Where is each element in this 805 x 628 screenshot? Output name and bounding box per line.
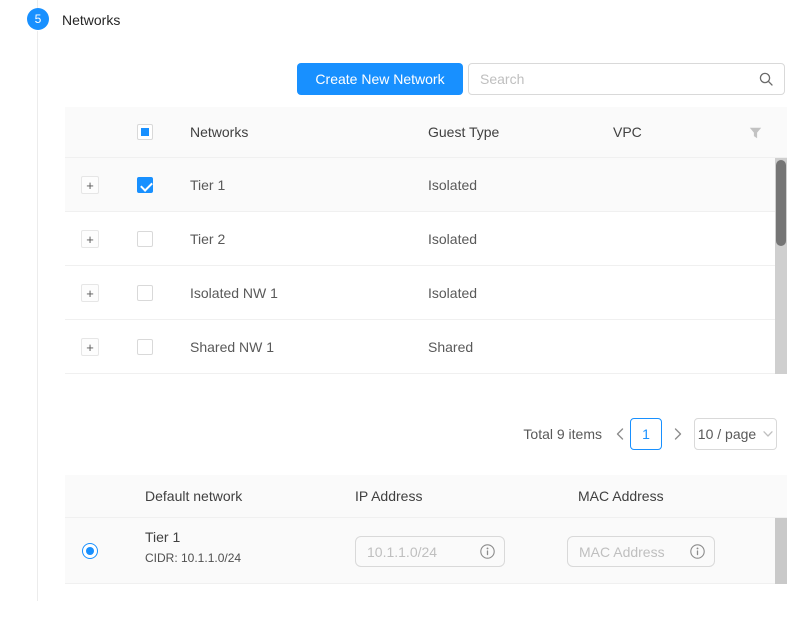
row-checkbox[interactable]	[137, 285, 153, 301]
step-number: 5	[35, 12, 42, 26]
ip-address-field-wrapper[interactable]	[355, 536, 505, 567]
default-network-table: Default network IP Address MAC Address T…	[65, 475, 787, 584]
table-row[interactable]: + Tier 2 Isolated	[65, 212, 787, 266]
default-network-name: Tier 1	[145, 529, 180, 545]
guest-type: Isolated	[428, 212, 477, 266]
table-row[interactable]: + Shared NW 1 Shared	[65, 320, 787, 374]
default-network-cidr: CIDR: 10.1.1.0/24	[145, 551, 241, 565]
guest-type: Isolated	[428, 266, 477, 320]
page-size-value: 10 / page	[698, 426, 756, 442]
networks-table-header: Networks Guest Type VPC	[65, 107, 787, 158]
filter-icon[interactable]	[749, 126, 765, 140]
mac-address-input[interactable]	[568, 544, 690, 560]
chevron-down-icon	[763, 431, 773, 437]
row-checkbox[interactable]	[137, 177, 153, 193]
network-name: Tier 2	[190, 212, 225, 266]
default-network-radio[interactable]	[82, 543, 98, 559]
networks-table: Networks Guest Type VPC + Tier 1 Isolate…	[65, 107, 787, 374]
step-title: Networks	[62, 12, 120, 28]
search-icon[interactable]	[759, 72, 773, 86]
column-header-networks: Networks	[190, 107, 248, 158]
network-name: Shared NW 1	[190, 320, 274, 374]
column-header-default-network: Default network	[145, 475, 242, 518]
mac-address-field-wrapper[interactable]	[567, 536, 715, 567]
step-number-badge: 5	[27, 8, 49, 30]
column-header-ip-address: IP Address	[355, 475, 422, 518]
network-name: Tier 1	[190, 158, 225, 212]
default-network-table-header: Default network IP Address MAC Address	[65, 475, 787, 518]
search-box[interactable]	[468, 63, 785, 95]
ip-address-input[interactable]	[356, 544, 480, 560]
step-connector-line-top	[37, 0, 38, 8]
table-scrollbar-thumb[interactable]	[776, 160, 786, 246]
table-row[interactable]: + Isolated NW 1 Isolated	[65, 266, 787, 320]
page-number-button[interactable]: 1	[630, 418, 662, 450]
info-icon[interactable]	[690, 544, 705, 559]
expand-row-button[interactable]: +	[81, 176, 99, 194]
next-page-button[interactable]	[668, 418, 688, 450]
expand-row-button[interactable]: +	[81, 230, 99, 248]
guest-type: Isolated	[428, 158, 477, 212]
expand-row-button[interactable]: +	[81, 284, 99, 302]
column-header-mac-address: MAC Address	[578, 475, 664, 518]
table-row[interactable]: + Tier 1 Isolated	[65, 158, 787, 212]
row-checkbox[interactable]	[137, 339, 153, 355]
info-icon[interactable]	[480, 544, 495, 559]
prev-page-button[interactable]	[610, 418, 630, 450]
page-size-select[interactable]: 10 / page	[694, 418, 777, 450]
create-new-network-button[interactable]: Create New Network	[297, 63, 463, 95]
pagination-total: Total 9 items	[450, 418, 602, 450]
table-scrollbar-track[interactable]	[775, 158, 787, 374]
column-header-vpc: VPC	[613, 107, 642, 158]
search-input[interactable]	[469, 71, 759, 87]
network-name: Isolated NW 1	[190, 266, 278, 320]
networks-step-screen: 5 Networks Create New Network Networks G…	[0, 0, 805, 628]
expand-row-button[interactable]: +	[81, 338, 99, 356]
guest-type: Shared	[428, 320, 473, 374]
column-header-guest-type: Guest Type	[428, 107, 499, 158]
row-checkbox[interactable]	[137, 231, 153, 247]
step-connector-line	[37, 31, 38, 601]
default-network-row[interactable]: Tier 1 CIDR: 10.1.1.0/24	[65, 518, 787, 584]
select-all-checkbox[interactable]	[137, 124, 153, 140]
table-scrollbar-thumb[interactable]	[775, 518, 787, 584]
